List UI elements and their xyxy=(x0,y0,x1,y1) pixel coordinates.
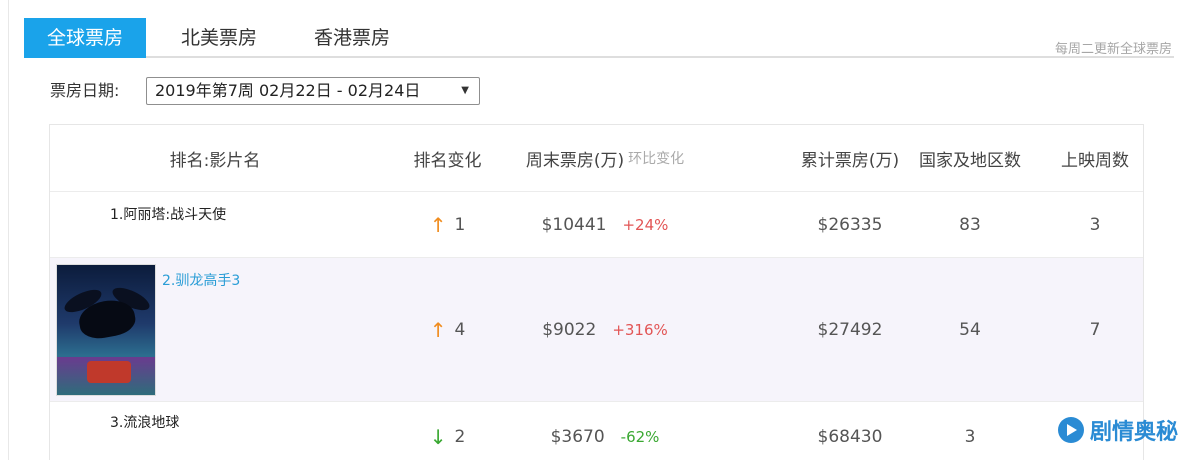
table-header-row: 排名:影片名 排名变化 周末票房(万) 环比变化 累计票房(万) 国家及地区数 … xyxy=(50,125,1143,192)
weeks-count: 3 xyxy=(1089,214,1101,235)
week-over-week: +24% xyxy=(622,215,669,234)
countries-count: 54 xyxy=(959,319,981,340)
weekend-box-office: $10441 +24% xyxy=(490,192,720,257)
page-left-border xyxy=(8,0,9,460)
caret-down-icon: ▼ xyxy=(461,85,469,96)
table-row[interactable]: 2.驯龙高手3 ↑ 4 $9022 +316% $27492 54 7 xyxy=(50,258,1143,402)
box-office-table: 排名:影片名 排名变化 周末票房(万) 环比变化 累计票房(万) 国家及地区数 … xyxy=(49,124,1144,460)
rank-change-value: 1 xyxy=(454,214,466,235)
watermark-logo: 剧情奥秘 xyxy=(1058,413,1178,447)
film-name[interactable]: 3.流浪地球 xyxy=(110,412,179,432)
header-title: 排名:影片名 xyxy=(169,150,261,171)
countries-count: 83 xyxy=(959,214,981,235)
table-row[interactable]: 3.流浪地球 ↓ 2 $3670 -62% $68430 3 xyxy=(50,402,1143,460)
weekly-update-note: 每周二更新全球票房 xyxy=(1054,42,1172,57)
weekend-value: $10441 xyxy=(541,214,607,235)
countries-count: 3 xyxy=(964,426,976,447)
header-weekend-label: 周末票房(万) xyxy=(525,150,625,171)
box-office-tabs: 全球票房 北美票房 香港票房 每周二更新全球票房 xyxy=(24,18,1174,58)
film-name[interactable]: 1.阿丽塔:战斗天使 xyxy=(110,204,226,224)
film-poster[interactable] xyxy=(56,264,156,396)
date-filter-label: 票房日期: xyxy=(50,81,120,100)
weeks-count: 7 xyxy=(1089,319,1101,340)
header-weekend-sub: 环比变化 xyxy=(628,151,685,167)
tab-global-box-office[interactable]: 全球票房 xyxy=(24,18,146,58)
play-logo-icon xyxy=(1058,417,1084,443)
arrow-down-icon: ↓ xyxy=(429,424,447,449)
tab-hong-kong-box-office[interactable]: 香港票房 xyxy=(290,18,414,58)
header-countries: 国家及地区数 xyxy=(919,150,1021,171)
week-over-week: -62% xyxy=(620,427,660,446)
header-weekend: 周末票房(万) 环比变化 xyxy=(490,125,720,191)
weekend-box-office: $3670 -62% xyxy=(490,402,720,460)
film-name-link[interactable]: 2.驯龙高手3 xyxy=(162,270,240,290)
date-filter-select[interactable]: 2019年第7周 02月22日 - 02月24日 ▼ xyxy=(146,77,480,105)
header-weeks: 上映周数 xyxy=(1061,150,1129,171)
tab-north-america-box-office[interactable]: 北美票房 xyxy=(160,18,278,58)
rank-change-value: 2 xyxy=(454,426,466,447)
weekend-value: $9022 xyxy=(542,319,597,340)
weekend-box-office: $9022 +316% xyxy=(490,258,720,401)
weekend-value: $3670 xyxy=(550,426,605,447)
arrow-up-icon: ↑ xyxy=(429,212,447,237)
rank-change-value: 4 xyxy=(454,319,466,340)
arrow-up-icon: ↑ xyxy=(429,317,447,342)
table-row[interactable]: 1.阿丽塔:战斗天使 ↑ 1 $10441 +24% $26335 83 3 xyxy=(50,192,1143,258)
week-over-week: +316% xyxy=(612,320,668,339)
watermark-text: 剧情奥秘 xyxy=(1090,420,1179,445)
date-filter-value: 2019年第7周 02月22日 - 02月24日 xyxy=(155,81,421,100)
